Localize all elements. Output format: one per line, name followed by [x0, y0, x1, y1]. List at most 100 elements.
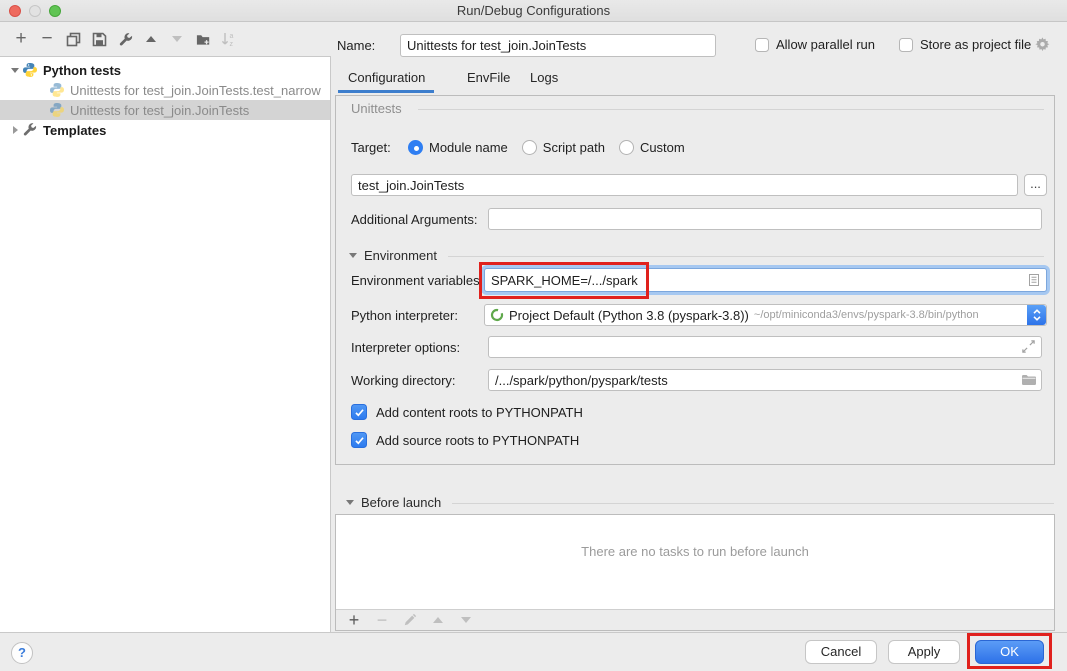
add-content-roots-label: Add content roots to PYTHONPATH — [376, 405, 583, 420]
name-label: Name: — [337, 38, 375, 53]
target-row: Target: Module name Script path Custom — [351, 140, 699, 155]
tab-configuration[interactable]: Configuration — [348, 70, 425, 85]
radio-unselected-icon[interactable] — [522, 140, 537, 155]
traffic-lights — [9, 5, 61, 17]
checkbox-checked-icon[interactable] — [351, 404, 367, 420]
add-icon[interactable]: + — [13, 31, 29, 47]
move-up-icon[interactable] — [143, 31, 159, 47]
section-environment[interactable]: Environment — [349, 248, 437, 263]
name-input[interactable] — [400, 34, 716, 57]
tree-item-label: Python tests — [43, 63, 121, 78]
checkbox-unchecked-icon[interactable] — [755, 38, 769, 52]
checkbox-unchecked-icon[interactable] — [899, 38, 913, 52]
combo-stepper-icon[interactable] — [1027, 305, 1046, 325]
cancel-button[interactable]: Cancel — [805, 640, 877, 664]
env-list-icon[interactable] — [1026, 272, 1042, 288]
working-directory-label: Working directory: — [351, 373, 456, 388]
minimize-window-button[interactable] — [29, 5, 41, 17]
module-field-wrap — [351, 174, 1018, 196]
move-down-icon[interactable] — [169, 31, 185, 47]
apply-button[interactable]: Apply — [888, 640, 960, 664]
store-as-project-file-checkbox[interactable]: Store as project file — [899, 37, 1031, 52]
tree-item-templates[interactable]: Templates — [0, 120, 330, 140]
interpreter-options-label: Interpreter options: — [351, 340, 460, 355]
configurations-toolbar: + − az — [13, 31, 237, 47]
sort-icon[interactable]: az — [221, 31, 237, 47]
allow-parallel-run-label: Allow parallel run — [776, 37, 875, 52]
titlebar: Run/Debug Configurations — [0, 0, 1067, 22]
remove-icon[interactable]: − — [374, 612, 390, 628]
before-launch-panel: There are no tasks to run before launch … — [335, 514, 1055, 631]
working-directory-input[interactable] — [488, 369, 1042, 391]
additional-arguments-label: Additional Arguments: — [351, 212, 477, 227]
expand-field-icon[interactable] — [1021, 339, 1037, 355]
section-environment-label: Environment — [364, 248, 437, 263]
configurations-tree: Python tests Unittests for test_join.Joi… — [0, 56, 331, 632]
before-launch-empty-message: There are no tasks to run before launch — [336, 544, 1054, 559]
radio-script-path[interactable]: Script path — [522, 140, 605, 155]
store-as-project-file-label: Store as project file — [920, 37, 1031, 52]
additional-arguments-input[interactable] — [488, 208, 1042, 230]
chevron-right-icon[interactable] — [8, 126, 22, 134]
tree-item-unittests-test-narrow[interactable]: Unittests for test_join.JoinTests.test_n… — [0, 80, 330, 100]
before-launch-toolbar: + − — [336, 609, 1054, 630]
environment-variables-wrap — [484, 268, 1047, 292]
ok-button[interactable]: OK — [975, 640, 1044, 664]
radio-custom[interactable]: Custom — [619, 140, 685, 155]
add-icon[interactable]: + — [346, 612, 362, 628]
radio-module-name-label: Module name — [429, 140, 508, 155]
python-icon — [49, 82, 65, 98]
move-down-icon[interactable] — [458, 612, 474, 628]
zoom-window-button[interactable] — [49, 5, 61, 17]
folder-icon[interactable] — [1021, 372, 1037, 388]
interpreter-options-wrap — [488, 336, 1042, 358]
section-divider — [452, 503, 1054, 504]
radio-unselected-icon[interactable] — [619, 140, 634, 155]
new-folder-icon[interactable] — [195, 31, 211, 47]
add-source-roots-label: Add source roots to PYTHONPATH — [376, 433, 579, 448]
before-launch-label: Before launch — [361, 495, 441, 510]
radio-selected-icon[interactable] — [408, 140, 423, 155]
save-icon[interactable] — [91, 31, 107, 47]
add-source-roots-checkbox[interactable]: Add source roots to PYTHONPATH — [351, 432, 579, 448]
radio-script-path-label: Script path — [543, 140, 605, 155]
tab-logs[interactable]: Logs — [530, 70, 558, 85]
checkbox-checked-icon[interactable] — [351, 432, 367, 448]
environment-variables-input[interactable] — [484, 268, 1047, 292]
collapse-triangle-icon[interactable] — [346, 500, 354, 505]
close-window-button[interactable] — [9, 5, 21, 17]
working-directory-wrap — [488, 369, 1042, 391]
environment-variables-label: Environment variables: — [351, 273, 483, 288]
chevron-down-icon[interactable] — [8, 68, 22, 73]
additional-arguments-wrap — [488, 208, 1042, 230]
add-content-roots-checkbox[interactable]: Add content roots to PYTHONPATH — [351, 404, 583, 420]
allow-parallel-run-checkbox[interactable]: Allow parallel run — [755, 37, 875, 52]
section-unittests: Unittests — [351, 101, 402, 116]
tab-envfile[interactable]: EnvFile — [467, 70, 510, 85]
python-icon — [22, 62, 38, 78]
wrench-icon[interactable] — [117, 31, 133, 47]
remove-icon[interactable]: − — [39, 31, 55, 47]
tree-item-label: Unittests for test_join.JoinTests.test_n… — [70, 83, 321, 98]
module-name-input[interactable] — [351, 174, 1018, 196]
svg-text:z: z — [230, 41, 234, 47]
tree-item-unittests-jointests[interactable]: Unittests for test_join.JoinTests — [0, 100, 330, 120]
python-interpreter-combobox[interactable]: Project Default (Python 3.8 (pyspark-3.8… — [484, 304, 1047, 326]
interpreter-options-input[interactable] — [488, 336, 1042, 358]
radio-module-name[interactable]: Module name — [408, 140, 508, 155]
tree-item-python-tests[interactable]: Python tests — [0, 60, 330, 80]
svg-text:a: a — [230, 33, 234, 40]
copy-icon[interactable] — [65, 31, 81, 47]
browse-button[interactable]: ... — [1024, 174, 1047, 196]
configuration-panel: Unittests Target: Module name Script pat… — [335, 95, 1055, 465]
collapse-triangle-icon[interactable] — [349, 253, 357, 258]
move-up-icon[interactable] — [430, 612, 446, 628]
python-interpreter-path: ~/opt/miniconda3/envs/pyspark-3.8/bin/py… — [754, 309, 979, 321]
before-launch-header[interactable]: Before launch — [346, 495, 441, 510]
help-button[interactable]: ? — [11, 642, 33, 664]
edit-pencil-icon[interactable] — [402, 612, 418, 628]
python-icon — [49, 102, 65, 118]
conda-env-icon — [490, 308, 504, 322]
gear-icon[interactable] — [1035, 37, 1050, 52]
name-field-wrap — [400, 34, 716, 57]
